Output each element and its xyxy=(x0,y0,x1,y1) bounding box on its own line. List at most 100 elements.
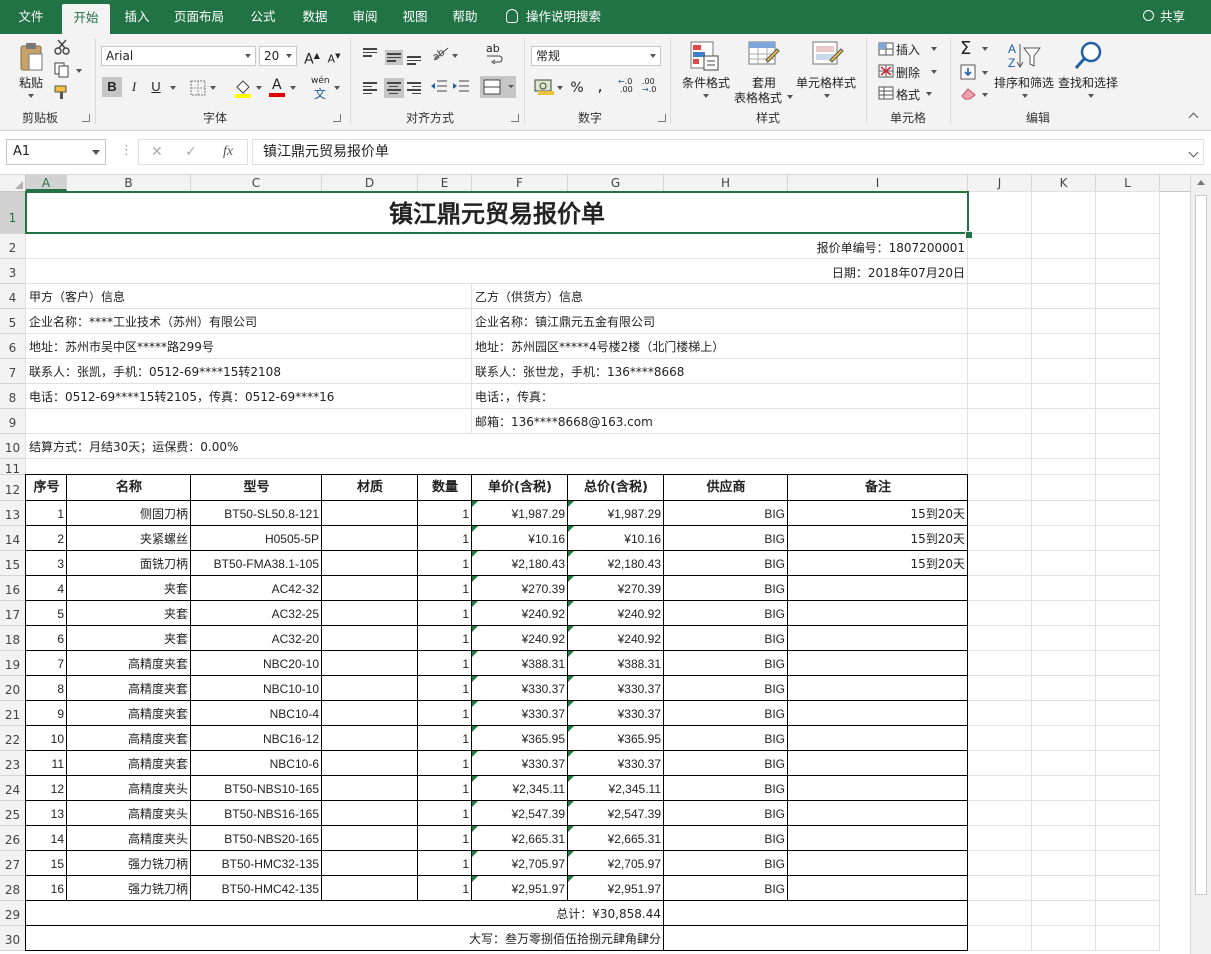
row-header-24[interactable]: 24 xyxy=(0,776,25,801)
decrease-font-button[interactable]: A▼ xyxy=(324,46,344,66)
borders-icon[interactable] xyxy=(190,80,206,99)
clear-icon[interactable] xyxy=(960,86,978,103)
align-right-icon[interactable] xyxy=(407,80,421,96)
cut-icon[interactable] xyxy=(54,39,70,58)
percent-style-button[interactable]: % xyxy=(567,78,587,98)
collapse-ribbon-icon[interactable] xyxy=(1188,112,1199,123)
underline-button[interactable]: U xyxy=(146,77,166,97)
align-bottom-icon[interactable] xyxy=(407,54,421,67)
column-header-k[interactable]: K xyxy=(1032,175,1096,191)
format-as-table-button[interactable]: 表格格式 xyxy=(730,89,786,106)
row-header-3[interactable]: 3 xyxy=(0,259,25,284)
row-header-18[interactable]: 18 xyxy=(0,626,25,651)
number-launcher-icon[interactable] xyxy=(658,114,666,122)
phonetic-guide-icon[interactable]: wén 文 xyxy=(310,76,332,101)
column-header-l[interactable]: L xyxy=(1096,175,1160,191)
column-header-f[interactable]: F xyxy=(472,175,568,191)
scroll-up-icon[interactable] xyxy=(1197,180,1205,185)
worksheet-grid[interactable]: ABCDEFGHIJKL 1 2 3 4 5 6 7 8 9 10 11 12 13 14 15 16 17 18… xyxy=(0,175,1190,954)
tab-review[interactable]: 审阅 xyxy=(342,0,388,34)
tab-view[interactable]: 视图 xyxy=(392,0,438,34)
enter-icon[interactable]: ✓ xyxy=(185,144,197,160)
font-launcher-icon[interactable] xyxy=(333,114,341,122)
sort-filter-button[interactable]: 排序和筛选 xyxy=(992,74,1056,91)
increase-font-button[interactable]: A▲ xyxy=(302,46,322,68)
column-header-e[interactable]: E xyxy=(418,175,472,191)
cell-styles-icon[interactable] xyxy=(812,40,844,75)
fill-handle[interactable] xyxy=(965,231,973,239)
delete-cells-button[interactable]: 删除 xyxy=(896,64,926,81)
row-header-8[interactable]: 8 xyxy=(0,384,25,409)
select-all-corner[interactable] xyxy=(0,175,26,191)
fill-color-icon[interactable] xyxy=(234,78,252,101)
number-format-combo[interactable]: 常规 xyxy=(531,46,661,66)
row-header-13[interactable]: 13 xyxy=(0,501,25,526)
tab-page-layout[interactable]: 页面布局 xyxy=(166,0,232,34)
clipboard-launcher-icon[interactable] xyxy=(82,114,90,122)
tab-home[interactable]: 开始 xyxy=(62,4,110,34)
autosum-icon[interactable]: Σ xyxy=(960,40,971,58)
row-header-5[interactable]: 5 xyxy=(0,309,25,334)
decrease-decimal-icon[interactable]: .00 →.0 xyxy=(642,78,662,98)
font-color-icon[interactable]: A xyxy=(268,77,286,97)
row-header-27[interactable]: 27 xyxy=(0,851,25,876)
tab-insert[interactable]: 插入 xyxy=(114,0,160,34)
format-as-table-icon[interactable] xyxy=(748,40,780,75)
insert-function-icon[interactable]: fx xyxy=(223,144,233,160)
find-select-button[interactable]: 查找和选择 xyxy=(1056,74,1120,91)
column-header-a[interactable]: A xyxy=(26,175,67,191)
row-header-9[interactable]: 9 xyxy=(0,409,25,434)
row-header-4[interactable]: 4 xyxy=(0,284,25,309)
fill-icon[interactable] xyxy=(960,64,976,83)
column-header-h[interactable]: H xyxy=(664,175,788,191)
comma-style-button[interactable]: , xyxy=(590,76,610,96)
decrease-indent-icon[interactable] xyxy=(430,79,448,96)
cell-styles-button[interactable]: 单元格样式 xyxy=(794,74,858,91)
format-cells-button[interactable]: 格式 xyxy=(896,86,926,103)
increase-decimal-icon[interactable]: ←.0.00 xyxy=(618,78,638,98)
align-center-icon[interactable] xyxy=(384,78,404,98)
bold-button[interactable]: B xyxy=(102,77,122,97)
paste-icon[interactable] xyxy=(18,42,44,72)
share-button[interactable]: 共享 xyxy=(1142,0,1185,34)
formula-input[interactable]: 镇江鼎元贸易报价单 xyxy=(252,139,1204,165)
row-header-30[interactable]: 30 xyxy=(0,926,25,951)
row-header-26[interactable]: 26 xyxy=(0,826,25,851)
row-header-10[interactable]: 10 xyxy=(0,434,25,459)
wrap-text-icon[interactable]: ab xyxy=(484,42,504,64)
cells-area[interactable]: 镇江鼎元贸易报价单 报价单编号：1807200001 日期：2018年07月20日甲… xyxy=(25,191,1190,951)
delete-cells-icon[interactable] xyxy=(878,64,894,81)
tell-me-search[interactable]: 操作说明搜索 xyxy=(506,0,601,34)
tab-file[interactable]: 文件 xyxy=(8,0,54,34)
format-painter-icon[interactable] xyxy=(54,84,72,103)
row-header-19[interactable]: 19 xyxy=(0,651,25,676)
row-header-16[interactable]: 16 xyxy=(0,576,25,601)
cancel-icon[interactable]: ✕ xyxy=(151,144,163,160)
row-header-29[interactable]: 29 xyxy=(0,901,25,926)
italic-button[interactable]: I xyxy=(124,77,144,97)
column-header-c[interactable]: C xyxy=(191,175,322,191)
sort-filter-icon[interactable]: AZ xyxy=(1006,40,1042,75)
column-header-b[interactable]: B xyxy=(67,175,191,191)
conditional-format-icon[interactable] xyxy=(690,40,720,75)
paste-button[interactable]: 粘贴 xyxy=(14,74,48,91)
tab-data[interactable]: 数据 xyxy=(292,0,338,34)
insert-cells-button[interactable]: 插入 xyxy=(896,41,926,58)
row-header-28[interactable]: 28 xyxy=(0,876,25,901)
row-header-20[interactable]: 20 xyxy=(0,676,25,701)
find-select-icon[interactable] xyxy=(1074,40,1104,75)
align-top-icon[interactable] xyxy=(363,46,377,59)
row-header-17[interactable]: 17 xyxy=(0,601,25,626)
column-header-j[interactable]: J xyxy=(968,175,1032,191)
tab-help[interactable]: 帮助 xyxy=(442,0,488,34)
font-name-combo[interactable]: Arial xyxy=(101,46,256,66)
row-header-6[interactable]: 6 xyxy=(0,334,25,359)
copy-icon[interactable] xyxy=(54,62,72,81)
row-header-1[interactable]: 1 xyxy=(0,192,25,234)
tab-formulas[interactable]: 公式 xyxy=(240,0,286,34)
conditional-format-button[interactable]: 条件格式 xyxy=(678,74,734,91)
orientation-icon[interactable]: ab xyxy=(430,44,450,65)
insert-cells-icon[interactable] xyxy=(878,42,894,59)
increase-indent-icon[interactable] xyxy=(452,79,470,96)
name-box[interactable]: A1 xyxy=(6,139,106,165)
